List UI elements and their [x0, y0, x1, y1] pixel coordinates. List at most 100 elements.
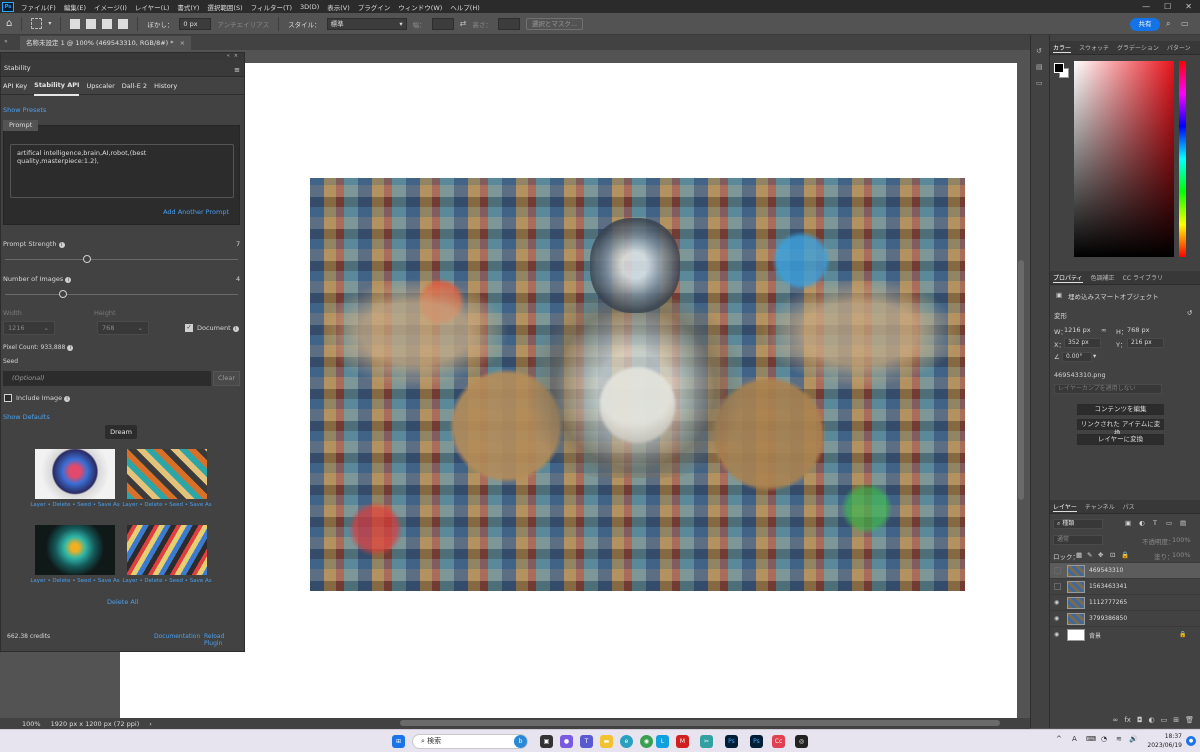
network-icon[interactable]: ◔	[1101, 735, 1107, 743]
tab-patterns[interactable]: パターン	[1167, 43, 1191, 52]
filter-adjustment-icon[interactable]: ◐	[1139, 519, 1145, 527]
filter-image-icon[interactable]: ▣	[1125, 519, 1131, 527]
layer-row[interactable]: 469543310	[1050, 562, 1200, 578]
color-picker-field[interactable]	[1074, 61, 1174, 257]
select-and-mask-button[interactable]: 選択とマスク...	[525, 17, 584, 30]
tab-cc-libraries[interactable]: CC ライブラリ	[1123, 273, 1163, 282]
edge-browser-icon[interactable]: e	[620, 735, 633, 748]
dream-button[interactable]: Dream	[105, 425, 137, 439]
info-icon[interactable]: i	[67, 345, 74, 351]
subtract-selection-icon[interactable]	[102, 18, 113, 29]
convert-to-layers-button[interactable]: レイヤーに変換	[1077, 434, 1164, 445]
lock-artboard-icon[interactable]: ⊡	[1110, 551, 1115, 559]
layer-row[interactable]: ◉ 1112777265	[1050, 594, 1200, 610]
layer-row[interactable]: ◉ 背景 🔒	[1050, 626, 1200, 642]
antialias-label[interactable]: アンチエイリアス	[217, 19, 269, 29]
prompt-textarea[interactable]: artifical intelligence,brain,AI,robot,(b…	[10, 144, 234, 198]
tab-dall-e-2[interactable]: Dall-E 2	[122, 77, 147, 95]
menu-view[interactable]: 表示(V)	[323, 2, 354, 12]
menu-type[interactable]: 書式(Y)	[173, 2, 203, 12]
number-of-images-slider[interactable]	[59, 290, 68, 298]
reload-plugin-link[interactable]: Reload Plugin	[204, 633, 244, 647]
teams-icon[interactable]: T	[580, 735, 593, 748]
mcafee-icon[interactable]: M	[676, 735, 689, 748]
menu-plugins[interactable]: プラグイン	[354, 2, 395, 12]
edit-contents-button[interactable]: コンテンツを編集	[1077, 404, 1164, 415]
comment-icon[interactable]: ▭	[1036, 79, 1045, 88]
history-icon[interactable]: ↺	[1036, 47, 1045, 56]
tab-paths[interactable]: パス	[1123, 502, 1135, 511]
eye-icon[interactable]: ◉	[1054, 599, 1061, 606]
chevron-right-icon[interactable]: ›	[149, 720, 152, 728]
menu-select[interactable]: 選択範囲(S)	[203, 2, 246, 12]
tab-adjustments[interactable]: 色調補正	[1091, 273, 1115, 282]
tray-overflow-icon[interactable]: ^	[1056, 735, 1062, 743]
generated-thumbnail[interactable]	[35, 449, 115, 499]
thumbnail-actions[interactable]: Layer • Delete • Seed • Save As	[30, 502, 120, 508]
panel-menu-icon[interactable]: ≡	[234, 62, 240, 79]
number-of-images-track[interactable]	[5, 294, 238, 295]
layer-row[interactable]: 1563463341	[1050, 578, 1200, 594]
horizontal-scrollbar[interactable]	[400, 720, 1000, 726]
filter-smart-object-icon[interactable]: ▤	[1180, 519, 1186, 527]
layer-row[interactable]: ◉ 3799386850	[1050, 610, 1200, 626]
fx-icon[interactable]: fx	[1124, 713, 1131, 727]
link-layers-icon[interactable]: ∞	[1113, 713, 1119, 727]
close-icon[interactable]: ×	[234, 53, 238, 60]
tab-layers[interactable]: レイヤー	[1053, 502, 1077, 512]
reset-transform-icon[interactable]: ↺	[1187, 309, 1192, 317]
prompt-strength-track[interactable]	[5, 259, 238, 260]
minimize-icon[interactable]: —	[1142, 2, 1150, 11]
notification-badge[interactable]: ●	[1186, 736, 1196, 746]
document-tab[interactable]: 名称未設定 1 @ 100% (469543310, RGB/8#) * ×	[20, 36, 192, 50]
layer-filter-select[interactable]: ⌕ 種類	[1053, 519, 1103, 529]
foreground-color-swatch[interactable]	[1054, 63, 1064, 73]
file-explorer-icon[interactable]: ▬	[600, 735, 613, 748]
menu-filter[interactable]: フィルター(T)	[247, 2, 296, 12]
snipping-tool-icon[interactable]: ✂	[700, 735, 713, 748]
thumbnail-actions[interactable]: Layer • Delete • Seed • Save As	[122, 502, 212, 508]
collapse-icon[interactable]: «	[227, 53, 230, 60]
photoshop-beta-taskbar-icon[interactable]: Ps	[750, 735, 763, 748]
chrome-icon[interactable]: ◉	[640, 735, 653, 748]
tab-gradients[interactable]: グラデーション	[1117, 43, 1159, 52]
thumbnail-actions[interactable]: Layer • Delete • Seed • Save As	[30, 578, 120, 584]
menu-layer[interactable]: レイヤー(L)	[131, 2, 174, 12]
include-image-checkbox[interactable]	[4, 394, 12, 402]
lock-transparency-icon[interactable]: ▦	[1076, 551, 1082, 559]
intersect-selection-icon[interactable]	[118, 18, 129, 29]
thumbnail-actions[interactable]: Layer • Delete • Seed • Save As	[122, 578, 212, 584]
wifi-icon[interactable]: ≋	[1116, 735, 1122, 743]
chevron-down-icon[interactable]: ▾	[1093, 352, 1096, 360]
hue-slider[interactable]	[1179, 61, 1186, 257]
zoom-level[interactable]: 100%	[22, 720, 41, 728]
volume-icon[interactable]: 🔊	[1129, 735, 1138, 743]
blend-mode-select[interactable]: 通常	[1053, 535, 1103, 545]
new-group-icon[interactable]: ▭	[1161, 713, 1168, 727]
tab-stability-api[interactable]: Stability API	[34, 76, 80, 96]
tab-color[interactable]: カラー	[1053, 43, 1072, 53]
tab-api-key[interactable]: API Key	[3, 77, 27, 95]
taskbar-search[interactable]: ⌕ 検索	[412, 734, 528, 749]
prompt-strength-slider[interactable]	[82, 255, 91, 263]
new-layer-icon[interactable]: ⊞	[1173, 713, 1179, 727]
eye-icon[interactable]: ◉	[1054, 631, 1061, 638]
w-value[interactable]: 1216 px	[1064, 326, 1091, 334]
document-canvas[interactable]	[120, 63, 1017, 752]
ime-indicator[interactable]: A	[1072, 735, 1077, 743]
task-view-icon[interactable]: ▣	[540, 735, 553, 748]
bing-icon[interactable]: b	[514, 735, 527, 748]
add-mask-icon[interactable]: ◘	[1137, 713, 1143, 727]
lock-image-icon[interactable]: ✎	[1087, 551, 1092, 559]
show-presets-link[interactable]: Show Presets	[3, 106, 46, 114]
height-select[interactable]: 768 ⌄	[97, 321, 149, 335]
h-value[interactable]: 768 px	[1127, 326, 1149, 334]
opacity-value[interactable]: 100%	[1172, 536, 1191, 544]
fill-value[interactable]: 100%	[1172, 551, 1191, 559]
filter-shape-icon[interactable]: ▭	[1166, 519, 1172, 527]
photoshop-taskbar-icon[interactable]: Ps	[725, 735, 738, 748]
tab-history[interactable]: History	[154, 77, 177, 95]
close-icon[interactable]: ✕	[1185, 2, 1192, 11]
creative-cloud-icon[interactable]: Cc	[772, 735, 785, 748]
search-icon[interactable]: ⌕	[1166, 19, 1176, 29]
